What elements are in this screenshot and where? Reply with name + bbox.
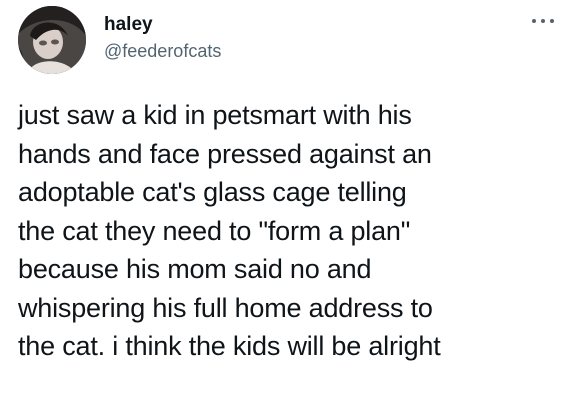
tweet-text-line: just saw a kid in petsmart with his — [18, 100, 412, 130]
tweet-text: just saw a kid in petsmart with his hand… — [18, 96, 563, 366]
avatar[interactable] — [18, 6, 86, 74]
display-name[interactable]: haley — [104, 14, 221, 36]
tweet-text-line: the cat. i think the kids will be alrigh… — [18, 331, 441, 361]
author-names: haley @feederofcats — [104, 14, 221, 62]
more-dot — [532, 19, 536, 23]
tweet-text-line: because his mom said no and — [18, 254, 372, 284]
tweet-text-line: adoptable cat's glass cage telling — [18, 177, 407, 207]
tweet-text-line: hands and face pressed against an — [18, 138, 432, 169]
user-handle[interactable]: @feederofcats — [104, 40, 221, 62]
more-dot — [541, 19, 545, 23]
avatar-photo-icon — [18, 6, 86, 74]
tweet-header: haley @feederofcats — [18, 6, 558, 76]
tweet-text-line: the cat they need to "form a plan" — [18, 215, 411, 246]
tweet-text-line: whispering his full home address to — [18, 292, 433, 323]
more-options-icon[interactable] — [532, 16, 554, 26]
tweet-card: haley @feederofcats just saw a kid in pe… — [0, 0, 567, 400]
more-dot — [550, 19, 554, 23]
